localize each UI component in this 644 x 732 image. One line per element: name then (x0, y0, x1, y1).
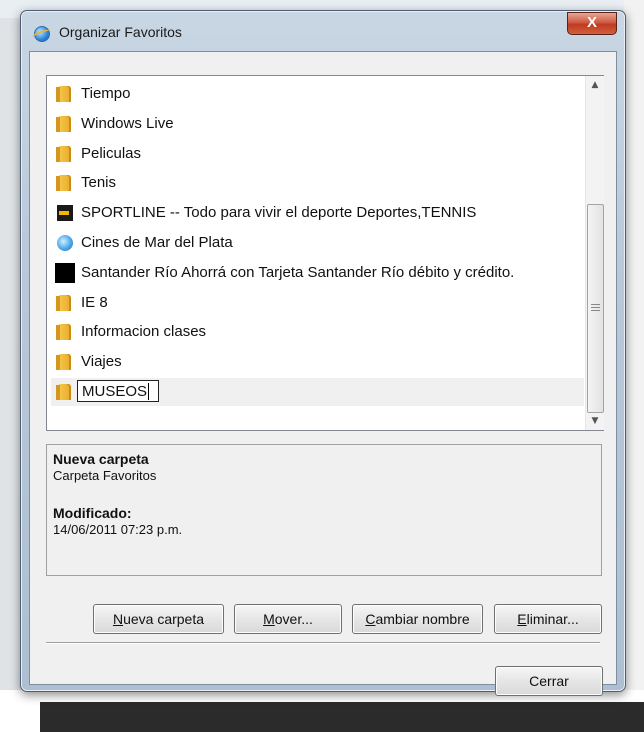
folder-icon (56, 354, 71, 370)
grip-line (591, 304, 600, 305)
favorites-list[interactable]: Tiempo Windows Live Peliculas Tenis SPORTLIN… (46, 75, 604, 431)
favorite-label: Tenis (81, 174, 117, 191)
favorite-item[interactable]: Cines de Mar del Plata (51, 229, 584, 257)
grip-line (591, 307, 600, 308)
folder-icon (56, 86, 71, 102)
mnemonic: C (365, 611, 376, 627)
favorite-item[interactable]: SPORTLINE -- Todo para vivir el deporte … (51, 199, 584, 227)
favorite-label: Windows Live (81, 115, 174, 132)
scroll-up-icon[interactable]: ▲ (586, 76, 604, 94)
folder-icon (56, 175, 71, 191)
selected-item-type: Carpeta Favoritos (53, 468, 157, 483)
favorite-item[interactable]: Windows Live (51, 110, 584, 138)
ie-page-icon (57, 235, 73, 251)
favorite-label: Peliculas (81, 145, 142, 162)
favorite-label: Tiempo (81, 85, 131, 102)
favorite-label: Informacion clases (81, 323, 207, 340)
dialog-client-area: Tiempo Windows Live Peliculas Tenis SPORTLIN… (29, 51, 617, 696)
favorite-label: Santander Río Ahorrá con Tarjeta Santand… (81, 264, 515, 281)
folder-icon (56, 295, 71, 311)
favorite-label: Viajes (81, 353, 122, 370)
organize-favorites-dialog: Organizar Favoritos X Tiempo Windows Live… (20, 10, 626, 696)
favorite-label: IE 8 (81, 294, 108, 311)
move-button[interactable]: Mover... (234, 604, 342, 634)
folder-icon (56, 384, 71, 400)
favorite-item[interactable]: Tenis (51, 169, 584, 197)
favorite-label: Cines de Mar del Plata (81, 234, 233, 251)
rename-value: MUSEOS (82, 383, 148, 400)
text-caret (148, 383, 149, 400)
separator (46, 642, 600, 644)
background-page-edge (624, 0, 644, 732)
grip-line (591, 310, 600, 311)
favorite-label: SPORTLINE -- Todo para vivir el deporte … (81, 204, 477, 221)
folder-icon (56, 324, 71, 340)
button-label: over... (274, 611, 313, 627)
folder-icon (56, 146, 71, 162)
folder-icon (56, 116, 71, 132)
favorites-rows: Tiempo Windows Live Peliculas Tenis SPORTLIN… (47, 76, 585, 430)
modified-label: Modificado: (53, 505, 132, 521)
selected-item-name: Nueva carpeta (53, 451, 149, 467)
details-panel: Nueva carpeta Carpeta Favoritos Modifica… (46, 444, 602, 576)
scroll-down-icon[interactable]: ▼ (586, 412, 604, 430)
mnemonic: E (517, 611, 527, 627)
favorite-item[interactable]: Santander Río Ahorrá con Tarjeta Santand… (51, 259, 584, 287)
delete-button[interactable]: Eliminar... (494, 604, 602, 634)
window-title: Organizar Favoritos (59, 24, 182, 40)
rename-input[interactable]: MUSEOS (77, 380, 159, 402)
new-folder-button[interactable]: Nueva carpeta (93, 604, 224, 634)
favorite-item[interactable]: Peliculas (51, 140, 584, 168)
favorite-item[interactable]: IE 8 (51, 289, 584, 317)
internet-explorer-icon (34, 26, 50, 42)
favorite-item[interactable]: Tiempo (51, 80, 584, 108)
button-label: ambiar nombre (375, 611, 470, 627)
mnemonic: N (112, 611, 124, 627)
sportline-favicon-icon (57, 205, 73, 221)
modified-date: 14/06/2011 07:23 p.m. (53, 522, 183, 537)
scroll-thumb[interactable] (587, 204, 604, 413)
background-dark-bar (40, 702, 644, 732)
rename-button[interactable]: Cambiar nombre (352, 604, 483, 634)
close-window-button[interactable]: X (567, 12, 617, 35)
favorite-item[interactable]: Viajes (51, 348, 584, 376)
button-label: ueva carpeta (123, 611, 205, 627)
favorite-item[interactable]: Informacion clases (51, 318, 584, 346)
title-bar[interactable]: Organizar Favoritos X (21, 11, 625, 53)
black-favicon-icon (55, 263, 75, 283)
mnemonic: M (263, 611, 275, 627)
vertical-scrollbar[interactable]: ▲ ▼ (585, 76, 604, 430)
favorite-item-renaming[interactable]: MUSEOS (51, 378, 584, 406)
close-button[interactable]: Cerrar (495, 666, 603, 696)
button-label: liminar... (526, 611, 579, 627)
